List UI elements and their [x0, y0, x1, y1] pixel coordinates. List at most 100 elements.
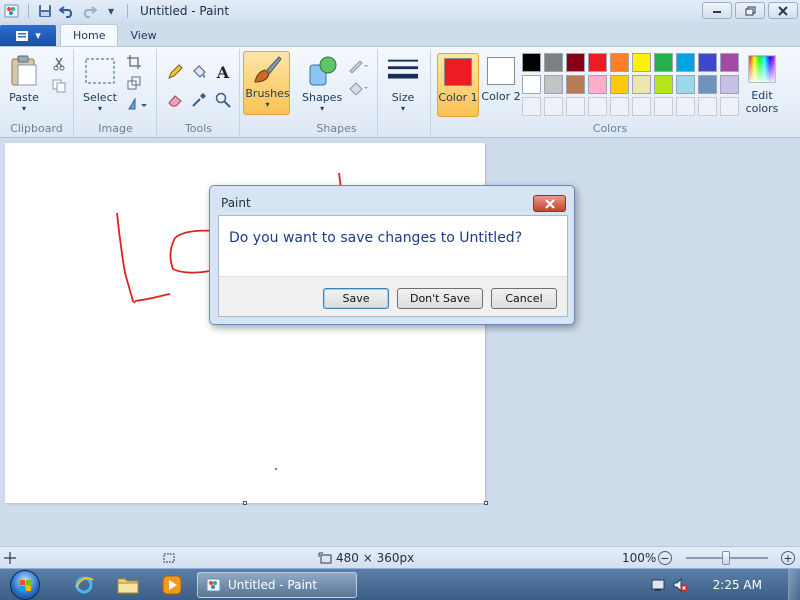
palette-swatch[interactable] [544, 97, 563, 116]
palette-swatch[interactable] [720, 97, 739, 116]
crop-icon[interactable] [125, 53, 143, 71]
palette-swatch[interactable] [698, 53, 717, 72]
palette-swatch[interactable] [654, 75, 673, 94]
palette-swatch[interactable] [698, 75, 717, 94]
paint-app-icon[interactable] [4, 3, 20, 19]
edit-colors-button[interactable]: Edit colors [744, 53, 780, 115]
redo-icon[interactable] [81, 3, 97, 19]
zoom-out-button[interactable]: − [658, 551, 672, 565]
ribbon-tab-strip: ▾ Home View [0, 22, 800, 46]
close-window-button[interactable] [768, 2, 798, 19]
canvas-dimensions: 480 × 360px [336, 550, 415, 565]
palette-swatch[interactable] [720, 53, 739, 72]
copy-icon[interactable] [50, 77, 68, 95]
rotate-icon[interactable] [125, 95, 149, 113]
resize-handle-bottom[interactable] [243, 501, 247, 505]
magnifier-icon[interactable] [212, 89, 234, 111]
media-player-icon[interactable] [154, 573, 190, 597]
restore-button[interactable] [735, 2, 765, 19]
paste-dropdown-icon: ▾ [21, 104, 26, 113]
palette-swatch[interactable] [632, 97, 651, 116]
pencil-icon[interactable] [164, 61, 186, 83]
palette-swatch[interactable] [720, 75, 739, 94]
outline-icon[interactable] [346, 57, 370, 75]
start-button[interactable] [6, 569, 44, 600]
palette-swatch[interactable] [566, 53, 585, 72]
palette-swatch[interactable] [610, 53, 629, 72]
select-icon [84, 55, 116, 87]
fill-icon[interactable] [188, 61, 210, 83]
action-center-icon[interactable] [647, 573, 669, 597]
cut-icon[interactable] [50, 55, 68, 73]
palette-swatch[interactable] [566, 97, 585, 116]
palette-swatch[interactable] [588, 97, 607, 116]
paint-menu-button[interactable]: ▾ [0, 25, 56, 46]
brushes-label: Brushes [245, 87, 290, 100]
internet-explorer-icon[interactable] [66, 573, 102, 597]
zoom-level: 100% [622, 550, 657, 565]
size-icon [387, 55, 419, 87]
show-desktop-button[interactable] [788, 569, 800, 600]
resize-icon[interactable] [125, 74, 143, 92]
palette-swatch[interactable] [632, 53, 651, 72]
palette-swatch[interactable] [566, 75, 585, 94]
qa-separator [127, 4, 128, 18]
restore-icon [745, 6, 755, 15]
taskbar-clock[interactable]: 2:25 AM [713, 578, 762, 592]
save-button[interactable]: Save [323, 288, 389, 309]
palette-swatch[interactable] [610, 75, 629, 94]
eraser-icon[interactable] [164, 89, 186, 111]
palette-swatch[interactable] [676, 97, 695, 116]
palette-swatch[interactable] [544, 75, 563, 94]
palette-swatch[interactable] [588, 53, 607, 72]
tab-home[interactable]: Home [60, 24, 119, 46]
close-icon [778, 5, 788, 16]
minimize-button[interactable] [702, 2, 732, 19]
undo-icon[interactable] [59, 3, 75, 19]
size-button[interactable]: Size ▾ [387, 55, 419, 113]
color-picker-icon[interactable] [188, 89, 210, 111]
palette-swatch[interactable] [522, 97, 541, 116]
cancel-button[interactable]: Cancel [491, 288, 557, 309]
color2-button[interactable]: Color 2 [480, 53, 522, 117]
dont-save-button[interactable]: Don't Save [397, 288, 483, 309]
tab-view[interactable]: View [118, 24, 168, 46]
tools-group: A Tools [158, 49, 240, 137]
palette-swatch[interactable] [522, 75, 541, 94]
palette-swatch[interactable] [632, 75, 651, 94]
palette-swatch[interactable] [654, 97, 673, 116]
palette-swatch[interactable] [654, 53, 673, 72]
file-explorer-icon[interactable] [110, 573, 146, 597]
size-label: Size [391, 91, 415, 104]
brushes-button[interactable]: Brushes ▾ [243, 51, 290, 115]
menu-dropdown-arrow: ▾ [35, 29, 41, 42]
qa-separator [28, 4, 29, 18]
volume-muted-icon[interactable] [669, 573, 691, 597]
palette-swatch[interactable] [610, 97, 629, 116]
window-title: Untitled - Paint [140, 4, 230, 18]
windows-logo-icon [10, 570, 40, 600]
zoom-slider-thumb[interactable] [722, 551, 730, 565]
palette-swatch[interactable] [676, 75, 695, 94]
zoom-in-button[interactable]: + [781, 551, 795, 565]
paste-button[interactable]: Paste ▾ [8, 55, 40, 113]
select-button[interactable]: Select ▾ [83, 55, 117, 113]
dialog-close-button[interactable] [533, 195, 566, 212]
palette-swatch[interactable] [522, 53, 541, 72]
shapes-button[interactable]: Shapes ▾ [302, 55, 342, 113]
save-icon[interactable] [37, 3, 53, 19]
color1-button[interactable]: Color 1 [437, 53, 479, 117]
palette-swatch[interactable] [588, 75, 607, 94]
taskbar-item-paint[interactable]: Untitled - Paint [197, 572, 357, 598]
palette-swatch[interactable] [698, 97, 717, 116]
customize-toolbar-dropdown[interactable]: ▾ [103, 3, 119, 19]
fill-shape-icon[interactable] [346, 79, 370, 97]
palette-swatch[interactable] [676, 53, 695, 72]
save-changes-dialog: Paint Do you want to save changes to Unt… [209, 185, 575, 325]
resize-handle-corner[interactable] [484, 501, 488, 505]
text-tool-icon[interactable]: A [212, 61, 234, 83]
paint-app-icon [206, 578, 221, 592]
palette-swatch[interactable] [544, 53, 563, 72]
color1-label: Color 1 [438, 91, 478, 104]
tools-group-label: Tools [184, 122, 213, 135]
